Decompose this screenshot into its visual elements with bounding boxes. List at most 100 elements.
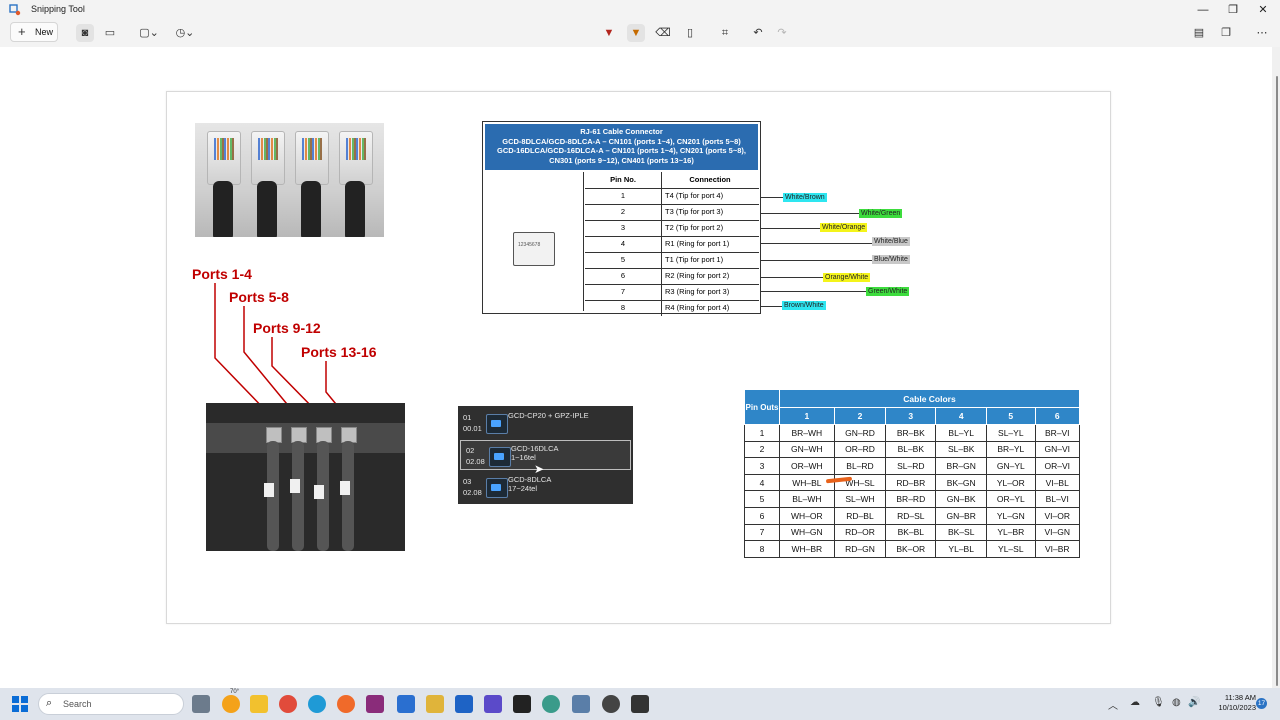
- list-item: 01 00.01 GCD-CP20 + GPZ-IPLE: [458, 408, 633, 438]
- cable-color-cell: YL–OR: [986, 473, 1036, 492]
- search-icon: ⌕: [46, 697, 53, 709]
- table-row: 5 T1 (Tip for port 1): [585, 252, 759, 269]
- cable-color-cell: BR–WH: [779, 424, 835, 442]
- rack-photo: [206, 403, 405, 551]
- cable-color-cell: BL–WH: [779, 490, 835, 508]
- task-view-icon[interactable]: [192, 695, 210, 713]
- wire-color-tag: White/Orange: [820, 223, 868, 232]
- rj61-title: RJ-61 Cable Connector: [580, 127, 663, 136]
- outlook-icon[interactable]: [455, 695, 473, 713]
- cable-color-cell: BL–VI: [1034, 490, 1080, 508]
- windows-start-icon[interactable]: [12, 696, 28, 712]
- wire-lead: [761, 306, 782, 307]
- slot-name: GCD-16DLCA: [511, 444, 559, 453]
- cable-color-cell: BL–RD: [833, 457, 887, 475]
- cable-color-cell: WH–OR: [779, 506, 835, 525]
- mail-icon[interactable]: [572, 695, 590, 713]
- pin-out-cell: 8: [744, 540, 780, 558]
- cable-color-cell: WH–BR: [779, 540, 835, 558]
- cable-color-cell: BR–RD: [885, 490, 937, 508]
- connection-cell: T3 (Tip for port 3): [665, 207, 724, 216]
- rj61-header: RJ-61 Cable Connector GCD-8DLCA/GCD-8DLC…: [485, 124, 758, 170]
- card-icon: [489, 447, 511, 467]
- cable-color-cell: SL–RD: [885, 457, 937, 475]
- clock[interactable]: 11:38 AM 10/10/2023: [1206, 693, 1256, 713]
- cable-color-cell: RD–SL: [885, 506, 937, 525]
- app-icon[interactable]: [602, 695, 620, 713]
- cable-color-cell: GN–RD: [833, 424, 887, 442]
- cable-color-cell: YL–BR: [986, 523, 1036, 542]
- pin-out-cell: 1: [744, 424, 780, 442]
- app-window-icon[interactable]: [631, 695, 649, 713]
- cable-color-cell: BL–YL: [935, 424, 988, 442]
- cable-color-cell: SL–WH: [833, 490, 887, 508]
- cable-color-cell: OR–WH: [779, 457, 835, 475]
- pin-out-cell: 2: [744, 440, 780, 459]
- edge-icon[interactable]: [308, 695, 326, 713]
- slot-num: 01: [463, 413, 472, 422]
- connection-cell: R3 (Ring for port 3): [665, 287, 730, 296]
- rj61-subtitle-1: GCD-8DLCA/GCD-8DLCA-A – CN101 (ports 1~4…: [502, 136, 741, 146]
- pin-out-cell: 5: [744, 490, 780, 508]
- network-icon[interactable]: ◍: [1172, 697, 1181, 708]
- wire-lead: [761, 213, 859, 214]
- cable-color-cell: VI–GN: [1034, 523, 1080, 542]
- slot-name: GCD-8DLCA: [508, 475, 552, 484]
- slot-name: GCD-CP20 + GPZ-IPLE: [508, 411, 589, 420]
- rj61-subtitle-2: GCD-16DLCA/GCD-16DLCA-A – CN101 (ports 1…: [497, 146, 746, 155]
- rj61-jack-diagram: 12345678: [513, 232, 555, 266]
- web-browser-icon[interactable]: [542, 695, 560, 713]
- remote-desktop-icon[interactable]: [397, 695, 415, 713]
- slot-text: GCD-8DLCA 17~24tel: [508, 475, 551, 493]
- cable-color-cell: YL–BL: [935, 540, 988, 558]
- speaker-icon[interactable]: 🔊: [1188, 697, 1200, 708]
- wire-lead: [761, 291, 866, 292]
- notification-badge[interactable]: 17: [1256, 698, 1267, 709]
- taskbar-search[interactable]: ⌕ Search: [38, 693, 184, 715]
- wire-color-tag: White/Brown: [783, 193, 827, 202]
- cable-color-cell: BR–YL: [986, 440, 1036, 459]
- cable-color-cell: OR–VI: [1034, 457, 1080, 475]
- table-row: 1 BR–WH GN–RD BR–BK BL–YL SL–YL BR–VI: [744, 424, 1080, 442]
- card-icon: [486, 414, 508, 434]
- pin-cell: 1: [585, 188, 662, 204]
- slot-number: 02 02.08: [466, 445, 485, 467]
- connection-cell: R2 (Ring for port 2): [665, 271, 730, 280]
- cable-color-cell: BR–GN: [935, 457, 988, 475]
- file-explorer-icon[interactable]: [250, 695, 268, 713]
- rj61-jack-cell: 12345678: [485, 172, 584, 311]
- cable-color-cell: VI–BL: [1034, 473, 1080, 492]
- connection-cell: R4 (Ring for port 4): [665, 303, 730, 312]
- wire-color-tag: Orange/White: [823, 273, 871, 282]
- cable-color-cell: GN–BR: [935, 506, 988, 525]
- show-hidden-icons-icon[interactable]: ︿: [1108, 697, 1118, 712]
- wire-lead: [761, 197, 783, 198]
- cable-color-cell: SL–BK: [935, 440, 988, 459]
- terminal-icon[interactable]: [513, 695, 531, 713]
- list-item-selected[interactable]: 02 02.08 GCD-16DLCA 1~16tel: [460, 440, 631, 470]
- table-row: 7 R3 (Ring for port 3): [585, 284, 759, 301]
- column-header: 5: [986, 407, 1036, 425]
- slot-number: 01 00.01: [463, 412, 482, 434]
- port-leader-lines: [214, 283, 346, 416]
- cable-color-cell: GN–BK: [935, 490, 988, 508]
- chrome-icon[interactable]: [279, 695, 297, 713]
- cable-color-cell: YL–SL: [986, 540, 1036, 558]
- connection-header: Connection: [689, 175, 731, 184]
- microphone-icon[interactable]: 🎙: [1152, 697, 1165, 708]
- slot-sub: 02.08: [466, 457, 485, 466]
- firefox-icon[interactable]: [337, 695, 355, 713]
- slot-num: 02: [466, 446, 475, 455]
- network-tool-icon[interactable]: [426, 695, 444, 713]
- taskbar: ⌕ Search 70° ︿ ☁ 🎙 ◍ 🔊 11:38 AM 10/10/20…: [0, 688, 1280, 720]
- teams-icon[interactable]: [484, 695, 502, 713]
- slot-num: 03: [463, 477, 472, 486]
- cable-color-cell: WH–GN: [779, 523, 835, 542]
- snipping-tool-taskbar-icon[interactable]: [366, 695, 384, 713]
- date: 10/10/2023: [1218, 703, 1256, 712]
- cloud-icon[interactable]: ☁: [1130, 697, 1140, 708]
- wire-lead: [761, 277, 823, 278]
- cable-color-cell: RD–OR: [833, 523, 887, 542]
- rj61-subtitle-3: CN301 (ports 9~12), CN401 (ports 13~16): [549, 155, 694, 165]
- weather-icon[interactable]: [222, 695, 240, 713]
